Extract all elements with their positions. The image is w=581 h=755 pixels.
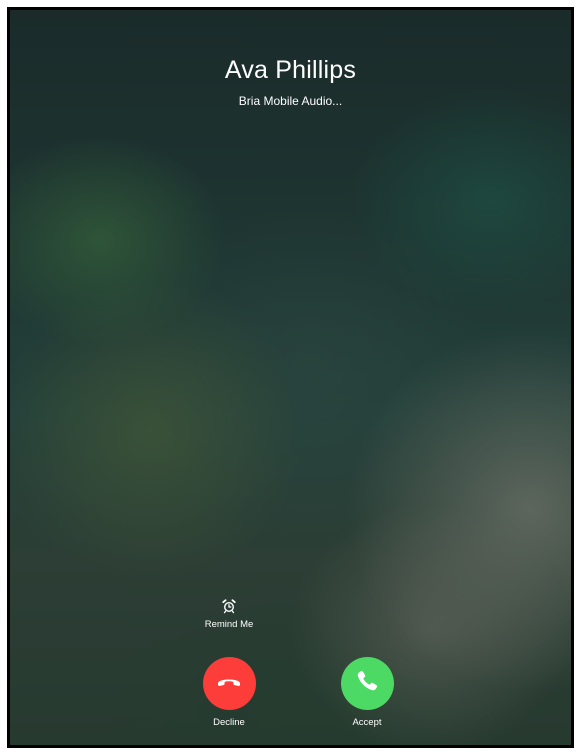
caller-name: Ava Phillips [224, 56, 357, 84]
incoming-call-screen: Ava Phillips Bria Mobile Audio... Remind… [7, 7, 574, 748]
device-frame: Ava Phillips Bria Mobile Audio... Remind… [0, 0, 581, 755]
call-source-label: Bria Mobile Audio... [238, 94, 343, 108]
phone-icon [354, 668, 380, 699]
decline-circle[interactable] [202, 657, 256, 710]
phone-hangup-icon [215, 667, 243, 700]
accept-label: Accept [352, 717, 382, 728]
alarm-clock-icon [221, 598, 237, 614]
accept-circle[interactable] [340, 657, 394, 710]
decline-button[interactable]: Decline [179, 657, 279, 728]
decline-label: Decline [213, 717, 245, 728]
remind-me-label: Remind Me [204, 619, 254, 630]
accept-button[interactable]: Accept [317, 657, 417, 728]
remind-me-button[interactable]: Remind Me [194, 598, 264, 630]
